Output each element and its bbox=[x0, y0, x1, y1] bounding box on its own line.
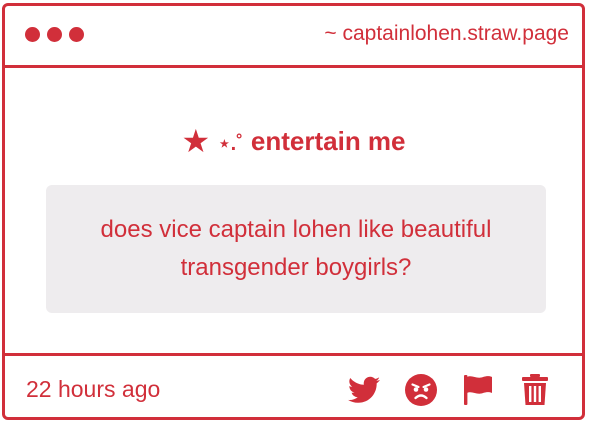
flag-icon[interactable] bbox=[461, 373, 495, 407]
card-content: ★ ⋆.˚ entertain me does vice captain lohen… bbox=[5, 68, 582, 353]
site-url[interactable]: ~ captainlohen.straw.page bbox=[324, 22, 569, 46]
window-dot bbox=[69, 27, 84, 42]
sparkle-icon: ⋆.˚ bbox=[218, 133, 243, 155]
star-icon: ★ bbox=[181, 123, 211, 159]
timestamp: 22 hours ago bbox=[26, 376, 161, 402]
window-controls bbox=[25, 27, 84, 42]
prompt-title: entertain me bbox=[250, 126, 406, 156]
question-box: does vice captain lohen like beautiful t… bbox=[46, 185, 546, 313]
twitter-icon[interactable] bbox=[347, 373, 381, 407]
angry-face-icon[interactable] bbox=[404, 373, 438, 407]
trash-icon[interactable] bbox=[518, 373, 552, 407]
window-titlebar: ~ captainlohen.straw.page bbox=[5, 6, 582, 68]
prompt-heading: ★ ⋆.˚ entertain me bbox=[5, 122, 582, 160]
question-text: does vice captain lohen like beautiful t… bbox=[100, 216, 492, 281]
card-footer: 22 hours ago bbox=[5, 353, 582, 417]
question-card: ~ captainlohen.straw.page ★ ⋆.˚ entertain … bbox=[2, 3, 585, 420]
window-dot bbox=[47, 27, 62, 42]
action-bar bbox=[347, 373, 552, 407]
window-dot bbox=[25, 27, 40, 42]
